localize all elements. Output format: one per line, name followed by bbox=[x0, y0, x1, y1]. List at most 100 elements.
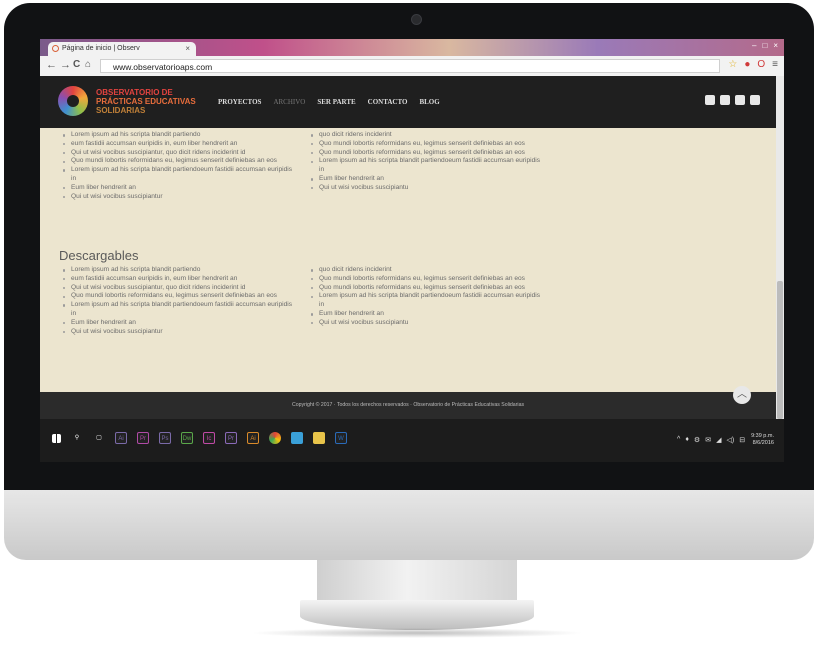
monitor-chin bbox=[4, 490, 814, 560]
windows-start-icon[interactable] bbox=[52, 433, 61, 443]
incopy-icon[interactable]: Ic bbox=[203, 432, 215, 444]
illustrator-icon[interactable]: Ai bbox=[247, 432, 259, 444]
list-item: Eum liber hendrerit an bbox=[62, 319, 292, 328]
clock-date: 8/6/2016 bbox=[752, 440, 774, 446]
list-item: Qui ut wisi vocibus suscipiantu bbox=[310, 319, 540, 328]
tray-icon-4[interactable]: ◢ bbox=[716, 436, 721, 444]
list-item: Eum liber hendrerit an bbox=[310, 175, 540, 184]
opera-extension-icon[interactable]: O bbox=[757, 59, 765, 70]
twitter-icon[interactable] bbox=[735, 95, 745, 105]
forward-icon[interactable]: → bbox=[60, 59, 71, 71]
list-item: Quo mundi lobortis reformidans eu, legim… bbox=[310, 284, 540, 293]
window-controls: – □ × bbox=[752, 41, 778, 53]
favicon-icon bbox=[52, 45, 59, 52]
clock[interactable]: 9:39 p.m. 8/6/2016 bbox=[751, 433, 774, 447]
menu-item-contacto[interactable]: CONTACTO bbox=[368, 98, 408, 106]
list-item: Quo mundi lobortis reformidans eu, legim… bbox=[62, 157, 292, 166]
dreamweaver-icon[interactable]: Dw bbox=[181, 432, 193, 444]
illustrator-ai-icon[interactable]: Ai bbox=[115, 432, 127, 444]
browser-tab[interactable]: Página de inicio | Observ × bbox=[48, 42, 196, 56]
extensions: ☆ ● O ≡ bbox=[728, 59, 778, 70]
webcam-icon bbox=[411, 14, 422, 25]
store-icon[interactable] bbox=[291, 432, 303, 444]
list-item: Qui ut wisi vocibus suscipiantu bbox=[310, 184, 540, 193]
browser-toolbar: ← → C ⌂ www.observatorioaps.com ☆ ● O ≡ bbox=[40, 56, 784, 77]
clock-time: 9:39 p.m. bbox=[751, 433, 774, 439]
browser-tab-bar: Página de inicio | Observ × – □ × bbox=[40, 39, 784, 56]
menu-item-ser-parte[interactable]: SER PARTE bbox=[317, 98, 355, 106]
site-footer: Copyright © 2017 · Todos los derechos re… bbox=[40, 392, 776, 419]
list-item: eum fastidii accumsan euripidis in, eum … bbox=[62, 140, 292, 149]
menu-item-archivo[interactable]: ARCHIVO bbox=[273, 98, 305, 106]
maximize-button[interactable]: □ bbox=[762, 41, 767, 53]
facebook-icon[interactable] bbox=[720, 95, 730, 105]
tray-icon-3[interactable]: ✉ bbox=[705, 436, 711, 444]
bookmark-star-icon[interactable]: ☆ bbox=[728, 59, 737, 70]
folder-icon[interactable] bbox=[313, 432, 325, 444]
minimize-button[interactable]: – bbox=[752, 41, 756, 53]
list-item: quo dicit ridens inciderint bbox=[310, 131, 540, 140]
list-item: Lorem ipsum ad his scripta blandit parti… bbox=[310, 157, 540, 175]
premiere-icon[interactable]: Pr bbox=[137, 432, 149, 444]
taskbar-apps: ⚲ ▢ Ai Pr Ps Dw Ic Pr Ai W bbox=[52, 432, 347, 444]
tab-close-icon[interactable]: × bbox=[185, 42, 190, 56]
search-icon[interactable]: ⚲ bbox=[71, 432, 83, 444]
social-links bbox=[705, 95, 760, 105]
youtube-icon[interactable] bbox=[750, 95, 760, 105]
list-item: Lorem ipsum ad his scripta blandit parti… bbox=[62, 131, 292, 140]
scrollbar-thumb[interactable] bbox=[777, 281, 783, 419]
logo-icon[interactable] bbox=[58, 86, 88, 116]
logo-text[interactable]: OBSERVATORIO DE PRÁCTICAS EDUCATIVAS SOL… bbox=[96, 88, 196, 115]
menu-item-proyectos[interactable]: PROYECTOS bbox=[218, 98, 261, 106]
list-item: Qui ut wisi vocibus suscipiantur bbox=[62, 328, 292, 337]
list-top-left: Lorem ipsum ad his scripta blandit parti… bbox=[62, 131, 292, 201]
list-item: Lorem ipsum ad his scripta blandit parti… bbox=[310, 292, 540, 310]
chrome-icon[interactable] bbox=[269, 432, 281, 444]
taskbar: ⚲ ▢ Ai Pr Ps Dw Ic Pr Ai W ^ ♦ ⚙ ✉ ◢ ◁) ⊟ 9:39 p.m. 8/6… bbox=[40, 419, 784, 462]
list-downloads-left: Lorem ipsum ad his scripta blandit parti… bbox=[62, 266, 292, 336]
close-window-button[interactable]: × bbox=[773, 41, 778, 53]
list-item: Quo mundi lobortis reformidans eu, legim… bbox=[310, 275, 540, 284]
list-item: quo dicit ridens inciderint bbox=[310, 266, 540, 275]
login-icon[interactable] bbox=[705, 95, 715, 105]
list-item: Qui ut wisi vocibus suscipiantur, quo di… bbox=[62, 284, 292, 293]
copyright-text: Copyright © 2017 · Todos los derechos re… bbox=[291, 402, 525, 408]
menu-icon[interactable]: ≡ bbox=[772, 59, 778, 70]
system-tray: ^ ♦ ⚙ ✉ ◢ ◁) ⊟ 9:39 p.m. 8/6/2016 bbox=[677, 433, 774, 447]
tray-icon-6[interactable]: ⊟ bbox=[739, 436, 745, 444]
tray-icon-5[interactable]: ◁) bbox=[726, 436, 734, 444]
list-item: Eum liber hendrerit an bbox=[310, 310, 540, 319]
url-text: www.observatorioaps.com bbox=[113, 62, 213, 72]
task-view-icon[interactable]: ▢ bbox=[93, 432, 105, 444]
back-to-top-button[interactable]: ︿ bbox=[733, 386, 751, 404]
home-icon[interactable]: ⌂ bbox=[85, 59, 91, 70]
tab-title: Página de inicio | Observ bbox=[62, 45, 140, 52]
monitor-stand-base bbox=[300, 600, 534, 630]
logo-line-1: OBSERVATORIO DE bbox=[96, 88, 173, 97]
stand-shadow bbox=[250, 628, 584, 638]
list-item: Eum liber hendrerit an bbox=[62, 184, 292, 193]
logo-line-3: SOLIDARIAS bbox=[96, 106, 146, 115]
site-header: OBSERVATORIO DE PRÁCTICAS EDUCATIVAS SOL… bbox=[40, 76, 776, 128]
list-downloads-right: quo dicit ridens inciderint Quo mundi lob… bbox=[310, 266, 540, 328]
list-item: Qui ut wisi vocibus suscipiantur bbox=[62, 193, 292, 202]
photoshop-icon[interactable]: Ps bbox=[159, 432, 171, 444]
address-bar[interactable]: www.observatorioaps.com bbox=[100, 59, 720, 73]
tray-icon-2[interactable]: ⚙ bbox=[694, 436, 700, 444]
back-icon[interactable]: ← bbox=[46, 59, 57, 71]
page-content: Lorem ipsum ad his scripta blandit parti… bbox=[40, 128, 776, 392]
menu-item-blog[interactable]: BLOG bbox=[419, 98, 439, 106]
premiere-2-icon[interactable]: Pr bbox=[225, 432, 237, 444]
screen: Página de inicio | Observ × – □ × ← → C … bbox=[40, 39, 784, 462]
list-item: Quo mundi lobortis reformidans eu, legim… bbox=[310, 140, 540, 149]
list-item: Lorem ipsum ad his scripta blandit parti… bbox=[62, 166, 292, 184]
tray-icon-1[interactable]: ♦ bbox=[685, 436, 689, 444]
extension-icon[interactable]: ● bbox=[744, 59, 750, 70]
logo-line-2: PRÁCTICAS EDUCATIVAS bbox=[96, 97, 196, 106]
reload-icon[interactable]: C bbox=[73, 59, 80, 70]
list-item: Quo mundi lobortis reformidans eu, legim… bbox=[310, 149, 540, 158]
downloads-heading: Descargables bbox=[59, 248, 139, 263]
main-menu: PROYECTOS ARCHIVO SER PARTE CONTACTO BLO… bbox=[218, 98, 440, 106]
word-icon[interactable]: W bbox=[335, 432, 347, 444]
tray-icon-0[interactable]: ^ bbox=[677, 436, 680, 444]
